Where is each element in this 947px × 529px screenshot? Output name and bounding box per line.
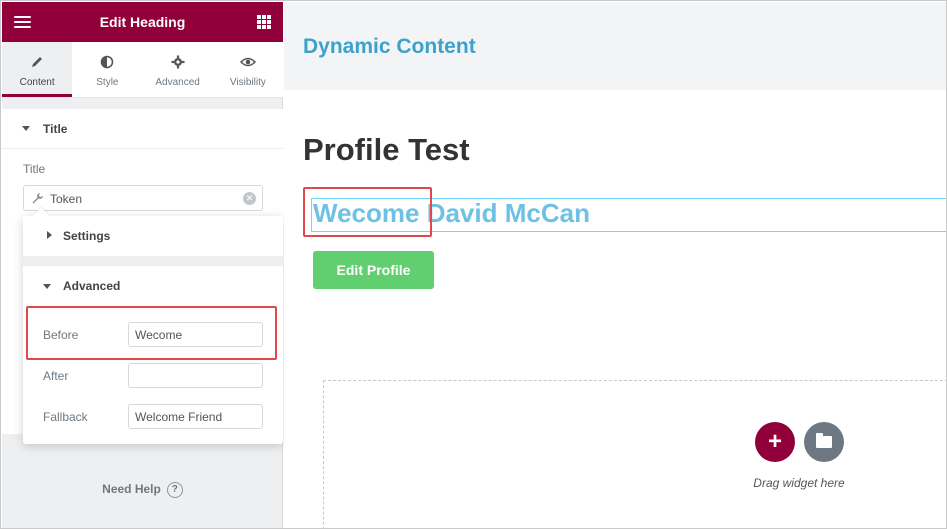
need-help-link[interactable]: Need Help? [2,482,283,498]
section-title-label: Title [43,122,68,136]
before-label: Before [43,328,79,342]
caret-down-icon [22,126,30,131]
tab-visibility-label: Visibility [229,77,266,88]
tab-content[interactable]: Content [2,42,73,97]
settings-toggle[interactable]: Settings [23,216,283,256]
gear-icon [170,54,186,70]
caret-down-icon [43,284,51,289]
panel-tabs: Content Style Advanced Visibility [2,42,283,98]
widgets-grid-icon[interactable] [257,15,271,29]
folder-icon [816,433,832,448]
section-title-toggle[interactable]: Title [2,109,283,149]
title-field-label: Title [23,162,46,176]
tab-content-label: Content [19,77,55,88]
clear-icon[interactable]: ✕ [243,192,256,205]
pencil-icon [29,54,45,70]
fallback-input[interactable]: Welcome Friend [128,404,263,429]
popover-divider [23,256,283,266]
advanced-label: Advanced [63,279,121,293]
heading-before-text: Wecome [313,198,420,228]
add-section-button[interactable]: + [755,422,795,462]
advanced-toggle[interactable]: Advanced [23,266,283,306]
preview-canvas: Dynamic Content Profile Test Wecome Davi… [284,2,946,528]
caret-right-icon [47,231,52,239]
heading-widget-text: Wecome David McCan [313,198,590,229]
sidebar-header-title: Edit Heading [99,14,186,30]
after-input[interactable] [128,363,263,388]
app-frame: Edit Heading Content Style Advanced Visi… [0,0,947,529]
dynamic-tag-popover: Settings Advanced Before Wecome After Fa… [23,207,283,444]
fallback-label: Fallback [43,410,88,424]
site-header: Dynamic Content [284,2,946,90]
tab-style-label: Style [96,77,119,88]
tab-advanced[interactable]: Advanced [143,42,213,97]
eye-icon [239,54,256,70]
page-title: Profile Test [303,132,470,167]
title-token-field[interactable]: Token ✕ [23,185,263,211]
before-input[interactable]: Wecome [128,322,263,347]
settings-label: Settings [63,229,111,243]
site-title[interactable]: Dynamic Content [303,35,476,59]
widget-drop-zone[interactable] [323,380,946,528]
heading-name-text: David McCan [426,198,590,228]
title-token-value: Token [50,192,83,206]
template-library-button[interactable] [804,422,844,462]
after-label: After [43,369,69,383]
edit-profile-button[interactable]: Edit Profile [313,251,434,289]
wrench-icon [31,192,44,205]
tab-style[interactable]: Style [72,42,142,97]
tab-visibility[interactable]: Visibility [213,42,283,97]
sidebar-header: Edit Heading [2,2,283,42]
drag-widget-hint: Drag widget here [753,476,845,490]
tab-advanced-label: Advanced [155,77,200,88]
half-circle-icon [99,54,115,70]
need-help-label: Need Help [102,482,161,497]
question-icon: ? [166,482,183,498]
